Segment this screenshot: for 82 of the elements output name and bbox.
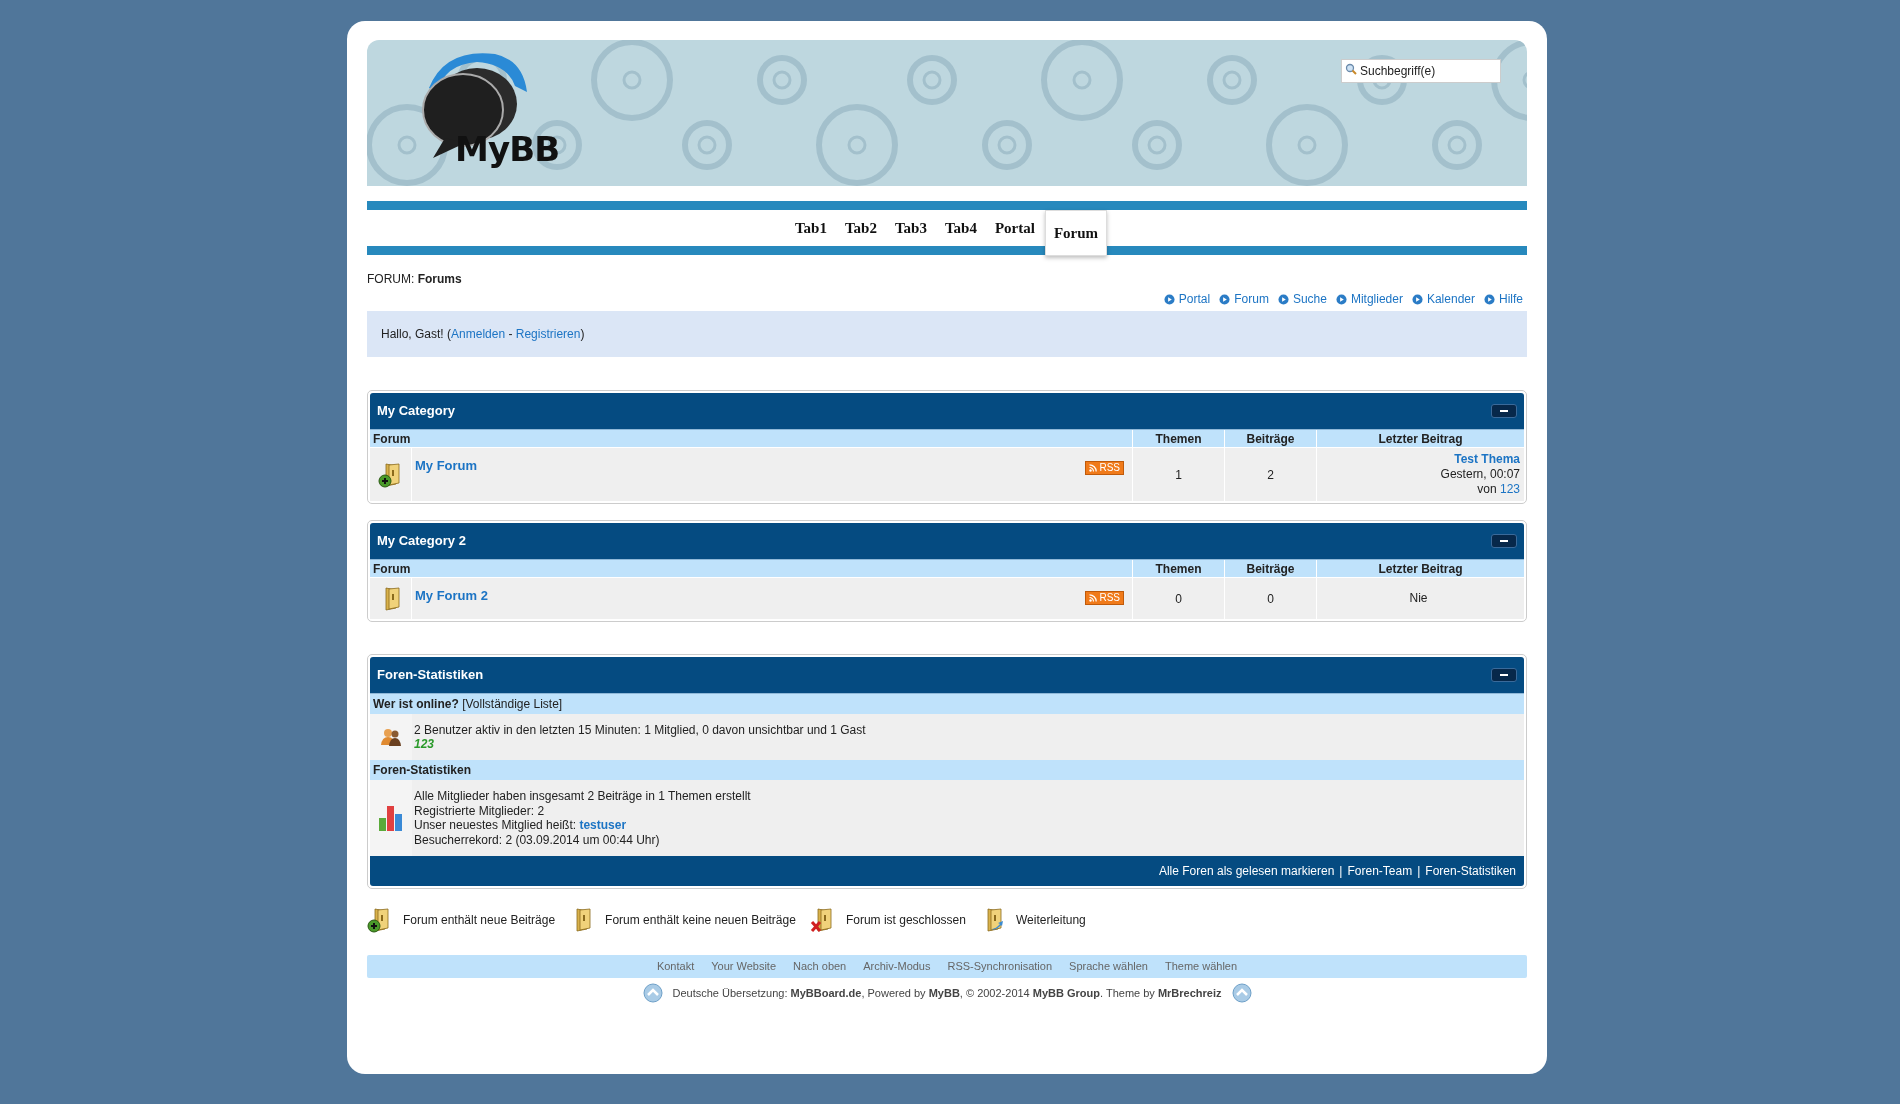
posts-count: 0 [1224, 578, 1316, 619]
link-separator: | [1339, 863, 1343, 880]
forum-link[interactable]: My Forum 2 [415, 586, 488, 606]
rss-badge[interactable]: RSS [1085, 591, 1124, 605]
stats-title: Foren-Statistiken [377, 666, 484, 685]
forum-link[interactable]: My Forum [415, 456, 478, 476]
nav-link[interactable]: Kalender [1426, 290, 1475, 308]
nav-tab[interactable]: Tab4 [936, 210, 985, 246]
nav-tab[interactable]: Portal [986, 210, 1043, 246]
last-post-author: von 123 [1476, 482, 1520, 497]
scroll-up-icon[interactable] [1231, 983, 1252, 1003]
stats-link[interactable]: Foren-Team [1347, 862, 1413, 880]
link-separator: | [1417, 863, 1421, 880]
breadcrumb-current: Forums [417, 272, 462, 286]
last-post-link[interactable]: Test Thema [1317, 452, 1520, 467]
minus-icon [1500, 540, 1508, 542]
collapse-button[interactable] [1491, 668, 1517, 682]
minus-icon [1500, 674, 1508, 676]
topics-count: 1 [1132, 448, 1224, 501]
collapse-button[interactable] [1491, 404, 1517, 418]
minus-icon [1500, 410, 1508, 412]
copyright-text: Deutsche Übersetzung: MyBBoard.de, Powered by MyBB, © 2002-2014 MyBB Group. Theme by MrBrechreiz [672, 985, 1222, 1001]
footer-link[interactable]: Kontakt [656, 958, 695, 975]
bar-chart-icon [378, 804, 404, 832]
footer-link[interactable]: Nach oben [793, 958, 847, 975]
breadcrumb-prefix: FORUM: [367, 272, 416, 286]
scroll-up-icon[interactable] [642, 983, 663, 1003]
users-icon [379, 727, 403, 747]
logo-text: MyBB [455, 132, 560, 166]
category-title: My Category [377, 402, 456, 421]
collapse-button[interactable] [1491, 534, 1517, 548]
legend-label: Forum enthält keine neuen Beiträge [605, 912, 796, 929]
stats-link[interactable]: Alle Foren als gelesen markieren [1158, 862, 1335, 880]
stats-link[interactable]: Foren-Statistiken [1425, 862, 1516, 880]
search-icon [1345, 63, 1357, 75]
column-header: Forum [372, 561, 412, 578]
topics-count: 0 [1132, 578, 1224, 619]
welcome-message: Hallo, Gast! (Anmelden - Registrieren) [381, 326, 585, 343]
statistics-heading: Foren-Statistiken [373, 763, 471, 777]
last-post-date: Gestern, 00:07 [1439, 467, 1520, 482]
legend-label: Forum enthält neue Beiträge [403, 912, 556, 929]
rss-icon [1089, 464, 1098, 472]
author-link[interactable]: 123 [1499, 482, 1520, 496]
online-member-link[interactable]: 123 [414, 737, 435, 751]
nav-link[interactable]: Hilfe [1499, 290, 1523, 308]
online-heading: Wer ist online? [Vollständige Liste] [373, 697, 563, 711]
nav-link[interactable]: Suche [1292, 290, 1327, 308]
footer-link[interactable]: Sprache wählen [1069, 958, 1148, 975]
arrow-bullet-icon [1219, 293, 1231, 305]
arrow-bullet-icon [1335, 293, 1347, 305]
footer-link[interactable]: Your Website [711, 958, 777, 975]
online-summary: 2 Benutzer aktiv in den letzten 15 Minuten: 1 Mitglied, 0 davon unsichtbar und 1 Gast [414, 723, 866, 737]
nav-link[interactable]: Mitglieder [1350, 290, 1403, 308]
newest-member-link[interactable]: testuser [579, 818, 627, 832]
statistics-line: Alle Mitglieder haben insgesamt 2 Beiträge in 1 Themen erstellt [414, 789, 751, 804]
nav-tab[interactable]: Tab2 [836, 210, 885, 246]
newest-member-line: Unser neuestes Mitglied heißt: testuser [414, 818, 628, 833]
nav-link[interactable]: Forum [1234, 290, 1269, 308]
legend-label: Weiterleitung [1015, 912, 1086, 929]
footer-link[interactable]: Archiv-Modus [863, 958, 931, 975]
nav-tab[interactable]: Tab3 [886, 210, 935, 246]
visitor-record: Besucherrekord: 2 (03.09.2014 um 00:44 Uhr) [414, 832, 661, 847]
footer-link[interactable]: RSS-Synchronisation [947, 958, 1053, 975]
rss-badge[interactable]: RSS [1085, 461, 1124, 475]
search-field[interactable]: Suchbegriff(e) [1341, 59, 1501, 83]
welcome-link[interactable]: Anmelden [451, 327, 506, 341]
arrow-bullet-icon [1484, 293, 1495, 305]
nav-link[interactable]: Portal [1178, 290, 1211, 308]
arrow-bullet-icon [1163, 293, 1175, 305]
arrow-bullet-icon [1277, 293, 1289, 305]
statistics-line: Registrierte Mitglieder: 2 [414, 803, 546, 818]
legend-label: Forum ist geschlossen [845, 912, 966, 929]
last-post-none: Nie [1408, 591, 1429, 606]
posts-count: 2 [1224, 448, 1316, 501]
rss-icon [1089, 594, 1098, 602]
column-header: Forum [372, 431, 412, 448]
category-title: My Category 2 [377, 532, 466, 551]
nav-tab[interactable]: Tab1 [786, 210, 835, 246]
footer-link[interactable]: Theme wählen [1164, 958, 1238, 975]
welcome-link[interactable]: Registrieren [515, 327, 581, 341]
nav-tab[interactable]: Forum [1044, 210, 1108, 256]
arrow-bullet-icon [1411, 293, 1423, 305]
